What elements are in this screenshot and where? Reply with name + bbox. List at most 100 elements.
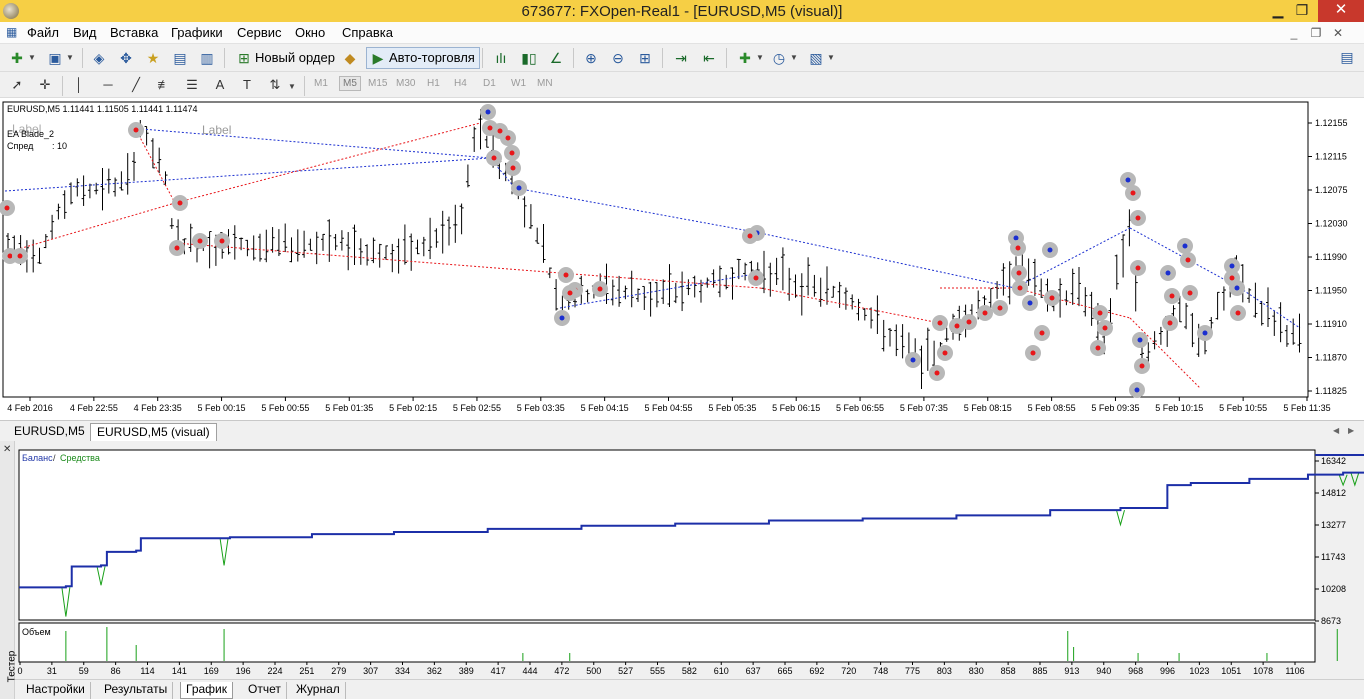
periods-icon[interactable]: ◷	[770, 49, 788, 67]
period-m5[interactable]: M5	[339, 76, 361, 91]
new-chart-icon[interactable]: ✚	[8, 49, 26, 67]
sell-arrow-marker[interactable]	[937, 320, 943, 326]
period-h1[interactable]: H1	[427, 78, 440, 89]
close-button[interactable]: ✕	[1318, 0, 1364, 22]
buy-arrow-marker[interactable]	[1125, 177, 1131, 183]
tester-close-icon[interactable]: ✕	[3, 444, 11, 455]
menu-help[interactable]: Справка	[342, 25, 393, 40]
sell-arrow-marker[interactable]	[1135, 265, 1141, 271]
sell-arrow-marker[interactable]	[567, 290, 573, 296]
arrows-dropdown-icon[interactable]: ▼	[288, 78, 296, 96]
buy-arrow-marker[interactable]	[1165, 270, 1171, 276]
sell-arrow-marker[interactable]	[954, 323, 960, 329]
period-m30[interactable]: M30	[396, 78, 415, 89]
tab-eurusd-m5[interactable]: EURUSD,M5	[8, 423, 91, 441]
menu-insert[interactable]: Вставка	[110, 25, 158, 40]
buy-arrow-marker[interactable]	[1182, 243, 1188, 249]
sell-arrow-marker[interactable]	[487, 125, 493, 131]
tab-settings[interactable]: Настройки	[21, 682, 91, 699]
menu-window[interactable]: Окно	[295, 25, 325, 40]
sell-arrow-marker[interactable]	[1049, 295, 1055, 301]
search-settings-icon[interactable]: ▤	[1338, 48, 1356, 66]
equidistant-channel-icon[interactable]: ≢	[155, 76, 173, 94]
period-d1[interactable]: D1	[483, 78, 496, 89]
new-chart-dropdown-icon[interactable]: ▼	[28, 49, 36, 67]
sell-arrow-marker[interactable]	[1095, 345, 1101, 351]
market-watch-icon[interactable]: ◈	[90, 49, 108, 67]
mdi-minimize-button[interactable]: _	[1286, 25, 1302, 41]
templates-dropdown-icon[interactable]: ▼	[827, 49, 835, 67]
sell-arrow-marker[interactable]	[1039, 330, 1045, 336]
sell-arrow-marker[interactable]	[563, 272, 569, 278]
sell-arrow-marker[interactable]	[17, 253, 23, 259]
text-label-icon[interactable]: T	[238, 76, 256, 94]
indicators-dropdown-icon[interactable]: ▼	[756, 49, 764, 67]
sell-arrow-marker[interactable]	[1097, 310, 1103, 316]
mdi-close-button[interactable]: ✕	[1330, 25, 1346, 41]
sell-arrow-marker[interactable]	[1015, 245, 1021, 251]
chart-window-icon[interactable]: ▦	[6, 25, 22, 41]
trendline-icon[interactable]: ╱	[127, 76, 145, 94]
buy-arrow-marker[interactable]	[1234, 285, 1240, 291]
sell-arrow-marker[interactable]	[982, 310, 988, 316]
vertical-line-icon[interactable]: │	[70, 76, 88, 94]
sell-arrow-marker[interactable]	[491, 155, 497, 161]
sell-arrow-marker[interactable]	[966, 319, 972, 325]
sell-arrow-marker[interactable]	[1187, 290, 1193, 296]
sell-arrow-marker[interactable]	[509, 150, 515, 156]
crosshair-icon[interactable]: ✛	[36, 76, 54, 94]
sell-arrow-marker[interactable]	[1016, 270, 1022, 276]
sell-arrow-marker[interactable]	[1135, 215, 1141, 221]
sell-arrow-marker[interactable]	[505, 135, 511, 141]
sell-arrow-marker[interactable]	[219, 238, 225, 244]
sell-arrow-marker[interactable]	[497, 128, 503, 134]
menu-view[interactable]: Вид	[73, 25, 97, 40]
sell-arrow-marker[interactable]	[174, 245, 180, 251]
sell-arrow-marker[interactable]	[934, 370, 940, 376]
horizontal-line-icon[interactable]: ─	[99, 76, 117, 94]
period-mn[interactable]: MN	[537, 78, 553, 89]
sell-arrow-marker[interactable]	[133, 127, 139, 133]
sell-arrow-marker[interactable]	[1130, 190, 1136, 196]
auto-scroll-icon[interactable]: ⇥	[672, 49, 690, 67]
buy-arrow-marker[interactable]	[1013, 235, 1019, 241]
sell-arrow-marker[interactable]	[1169, 293, 1175, 299]
period-w1[interactable]: W1	[511, 78, 526, 89]
sell-arrow-marker[interactable]	[1017, 285, 1023, 291]
menu-file[interactable]: Файл	[27, 25, 59, 40]
sell-arrow-marker[interactable]	[7, 253, 13, 259]
sell-arrow-marker[interactable]	[997, 305, 1003, 311]
candlestick-icon[interactable]: ▮▯	[520, 49, 538, 67]
buy-arrow-marker[interactable]	[1137, 337, 1143, 343]
buy-arrow-marker[interactable]	[516, 185, 522, 191]
tile-windows-icon[interactable]: ⊞	[636, 49, 654, 67]
tab-journal[interactable]: Журнал	[291, 682, 346, 699]
tab-scroll-right-icon[interactable]: ▶	[1348, 426, 1354, 435]
tab-graph[interactable]: График	[180, 682, 233, 699]
sell-arrow-marker[interactable]	[510, 165, 516, 171]
line-chart-icon[interactable]: ∠	[547, 49, 565, 67]
maximize-button[interactable]: ❐	[1286, 0, 1318, 22]
period-h4[interactable]: H4	[454, 78, 467, 89]
tab-report[interactable]: Отчет	[243, 682, 287, 699]
indicators-icon[interactable]: ✚	[736, 49, 754, 67]
sell-arrow-marker[interactable]	[1229, 275, 1235, 281]
sell-arrow-marker[interactable]	[1102, 325, 1108, 331]
chart-shift-icon[interactable]: ⇤	[700, 49, 718, 67]
text-icon[interactable]: A	[211, 76, 229, 94]
tab-results[interactable]: Результаты	[99, 682, 174, 699]
price-chart[interactable]: 1.12155 1.12115 1.12075 1.12030 1.11990 1.119…	[0, 98, 1364, 420]
buy-arrow-marker[interactable]	[485, 109, 491, 115]
period-m1[interactable]: M1	[314, 78, 328, 89]
chart-label-object[interactable]: Label	[202, 123, 231, 137]
tab-eurusd-m5-visual[interactable]: EURUSD,M5 (visual)	[90, 423, 217, 441]
period-m15[interactable]: M15	[368, 78, 387, 89]
periods-dropdown-icon[interactable]: ▼	[790, 49, 798, 67]
sell-arrow-marker[interactable]	[177, 200, 183, 206]
mdi-restore-button[interactable]: ❐	[1308, 25, 1324, 41]
buy-arrow-marker[interactable]	[1229, 263, 1235, 269]
arrows-icon[interactable]: ⇅	[266, 76, 284, 94]
templates-icon[interactable]: ▧	[807, 49, 825, 67]
sell-arrow-marker[interactable]	[753, 275, 759, 281]
profiles-icon[interactable]: ▣	[46, 49, 64, 67]
